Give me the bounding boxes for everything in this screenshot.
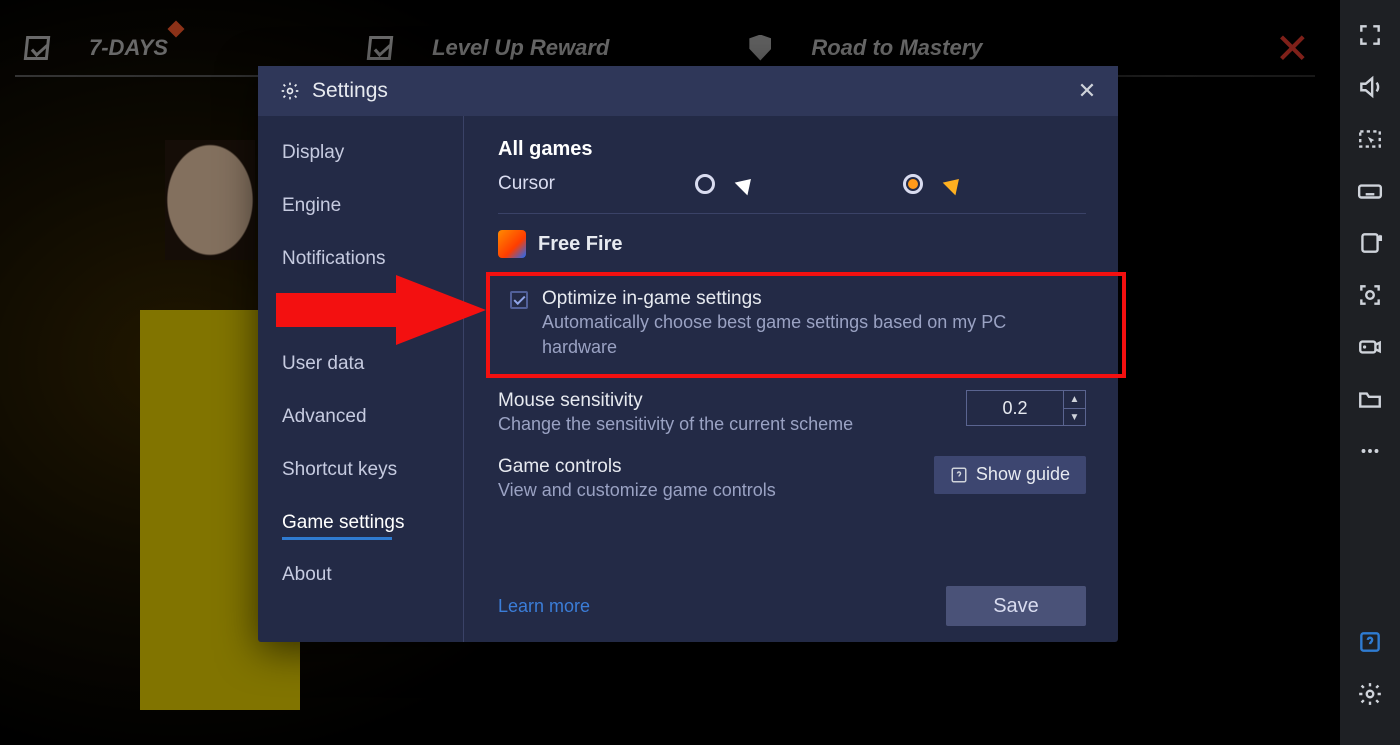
sidebar-item-about[interactable]: About: [282, 564, 463, 587]
mouse-sens-title: Mouse sensitivity: [498, 390, 966, 412]
learn-more-link[interactable]: Learn more: [498, 596, 590, 617]
controls-title: Game controls: [498, 456, 934, 478]
fullscreen-icon[interactable]: [1357, 22, 1383, 48]
annotation-arrow: [276, 275, 486, 345]
sidebar-item-display[interactable]: Display: [282, 142, 463, 165]
sidebar-item-engine[interactable]: Engine: [282, 195, 463, 218]
optimize-checkbox[interactable]: [510, 291, 528, 309]
cursor-option-white[interactable]: [695, 174, 753, 194]
emulator-side-rail: [1340, 0, 1400, 745]
keymap-icon[interactable]: [1357, 178, 1383, 204]
help-square-icon: [950, 466, 968, 484]
mouse-sens-input[interactable]: [967, 391, 1063, 425]
sidebar-item-user-data[interactable]: User data: [282, 353, 463, 376]
save-button[interactable]: Save: [946, 586, 1086, 626]
folder-icon[interactable]: [1357, 386, 1383, 412]
settings-content: All games Cursor Free Fire: [464, 116, 1118, 642]
modal-title: Settings: [312, 79, 388, 103]
cursor-white-icon: [735, 173, 758, 196]
optimize-desc: Automatically choose best game settings …: [542, 310, 1070, 360]
sidebar-item-shortcut-keys[interactable]: Shortcut keys: [282, 459, 463, 482]
gear-icon: [280, 81, 300, 101]
stepper-down-icon[interactable]: ▼: [1064, 408, 1085, 426]
game-icon: [498, 230, 526, 258]
mouse-sens-stepper[interactable]: ▲ ▼: [966, 390, 1086, 426]
radio-selected-icon: [903, 174, 923, 194]
check-icon: [24, 36, 51, 60]
cursor-option-orange[interactable]: [903, 174, 961, 194]
all-games-header: All games: [498, 138, 1086, 161]
cursor-label: Cursor: [498, 173, 555, 195]
install-apk-icon[interactable]: [1357, 230, 1383, 256]
game-header: Free Fire: [498, 230, 1086, 258]
volume-icon[interactable]: [1357, 74, 1383, 100]
optimize-title: Optimize in-game settings: [542, 288, 1070, 310]
mouse-sens-desc: Change the sensitivity of the current sc…: [498, 412, 966, 437]
modal-titlebar: Settings ✕: [258, 66, 1118, 116]
more-icon[interactable]: [1357, 438, 1383, 464]
settings-modal: Settings ✕ Display Engine Notifications …: [258, 66, 1118, 642]
sidebar-item-notifications[interactable]: Notifications: [282, 248, 463, 271]
settings-icon[interactable]: [1357, 681, 1383, 707]
help-icon[interactable]: [1357, 629, 1383, 655]
settings-sidebar: Display Engine Notifications Preferences…: [258, 116, 464, 642]
game-name: Free Fire: [538, 233, 622, 256]
show-guide-button[interactable]: Show guide: [934, 456, 1086, 494]
sidebar-item-game-settings[interactable]: Game settings: [282, 512, 463, 535]
radio-icon: [695, 174, 715, 194]
optimize-setting-row: Optimize in-game settings Automatically …: [498, 278, 1086, 372]
tab-level-up[interactable]: Level Up Reward: [432, 35, 609, 61]
tab-7days[interactable]: 7-DAYS: [89, 35, 168, 61]
stepper-up-icon[interactable]: ▲: [1064, 391, 1085, 408]
cursor-orange-icon: [943, 173, 966, 196]
sidebar-item-advanced[interactable]: Advanced: [282, 406, 463, 429]
shield-icon: [749, 35, 771, 61]
tab-mastery[interactable]: Road to Mastery: [811, 35, 982, 61]
cursor-capture-icon[interactable]: [1357, 126, 1383, 152]
modal-close-button[interactable]: ✕: [1070, 74, 1104, 108]
show-guide-label: Show guide: [976, 464, 1070, 485]
controls-desc: View and customize game controls: [498, 478, 934, 503]
record-icon[interactable]: [1357, 334, 1383, 360]
game-close-button[interactable]: ✕: [1275, 28, 1310, 70]
camera-icon[interactable]: [1357, 282, 1383, 308]
divider: [498, 213, 1086, 214]
check-icon: [367, 36, 394, 60]
